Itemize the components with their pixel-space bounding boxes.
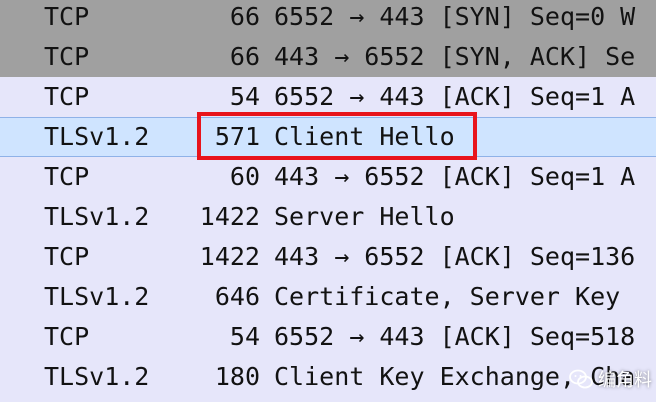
length-cell: 180	[214, 362, 260, 391]
watermark-text: 编角料	[598, 370, 652, 391]
length-cell: 54	[229, 322, 260, 351]
packet-row[interactable]: TCP 54 6552 → 443 [ACK] Seq=1 A	[0, 77, 656, 117]
length-cell: 54	[229, 82, 260, 111]
length-cell: 66	[229, 42, 260, 71]
length-cell: 1422	[199, 202, 260, 231]
protocol-cell: TLSv1.2	[44, 122, 150, 151]
packet-row[interactable]: TCP 54 6552 → 443 [ACK] Seq=518	[0, 317, 656, 357]
packet-row[interactable]: TLSv1.2 180 Client Key Exchange, Cha	[0, 357, 656, 397]
info-cell: 443 → 6552 [SYN, ACK] Se	[274, 42, 636, 71]
protocol-cell: TCP	[44, 42, 90, 71]
info-cell: 6552 → 443 [ACK] Seq=1 A	[274, 82, 636, 111]
info-cell: 443 → 6552 [ACK] Seq=1 A	[274, 162, 636, 191]
info-cell: 6552 → 443 [ACK] Seq=518	[274, 322, 636, 351]
info-cell: Certificate, Server Key	[274, 282, 621, 311]
length-cell: 66	[229, 2, 260, 31]
packet-row[interactable]: TLSv1.2 1422 Server Hello	[0, 197, 656, 237]
packet-row[interactable]: TLSv1.2 646 Certificate, Server Key	[0, 277, 656, 317]
protocol-cell: TLSv1.2	[44, 362, 150, 391]
protocol-cell: TLSv1.2	[44, 202, 150, 231]
info-cell: Server Hello	[274, 202, 455, 231]
packet-row[interactable]: TCP 66 6552 → 443 [SYN] Seq=0 W	[0, 0, 656, 37]
protocol-cell: TCP	[44, 82, 90, 111]
protocol-cell: TCP	[44, 242, 90, 271]
wechat-icon	[569, 369, 593, 389]
length-cell: 646	[214, 282, 260, 311]
protocol-cell: TLSv1.2	[44, 282, 150, 311]
length-cell: 1422	[199, 242, 260, 271]
packet-list: TCP 66 6552 → 443 [SYN] Seq=0 W TCP 66 443 → …	[0, 0, 656, 402]
protocol-cell: TCP	[44, 162, 90, 191]
watermark: 编角料	[568, 364, 652, 394]
protocol-cell: TCP	[44, 2, 90, 31]
packet-row[interactable]: TCP 66 443 → 6552 [SYN, ACK] Se	[0, 37, 656, 77]
packet-row[interactable]: TCP 60 443 → 6552 [ACK] Seq=1 A	[0, 157, 656, 197]
info-cell: 443 → 6552 [ACK] Seq=136	[274, 242, 636, 271]
protocol-cell: TCP	[44, 322, 90, 351]
highlight-box	[197, 112, 477, 160]
length-cell: 60	[229, 162, 260, 191]
info-cell: 6552 → 443 [SYN] Seq=0 W	[274, 2, 636, 31]
packet-row[interactable]: TCP 1422 443 → 6552 [ACK] Seq=136	[0, 237, 656, 277]
